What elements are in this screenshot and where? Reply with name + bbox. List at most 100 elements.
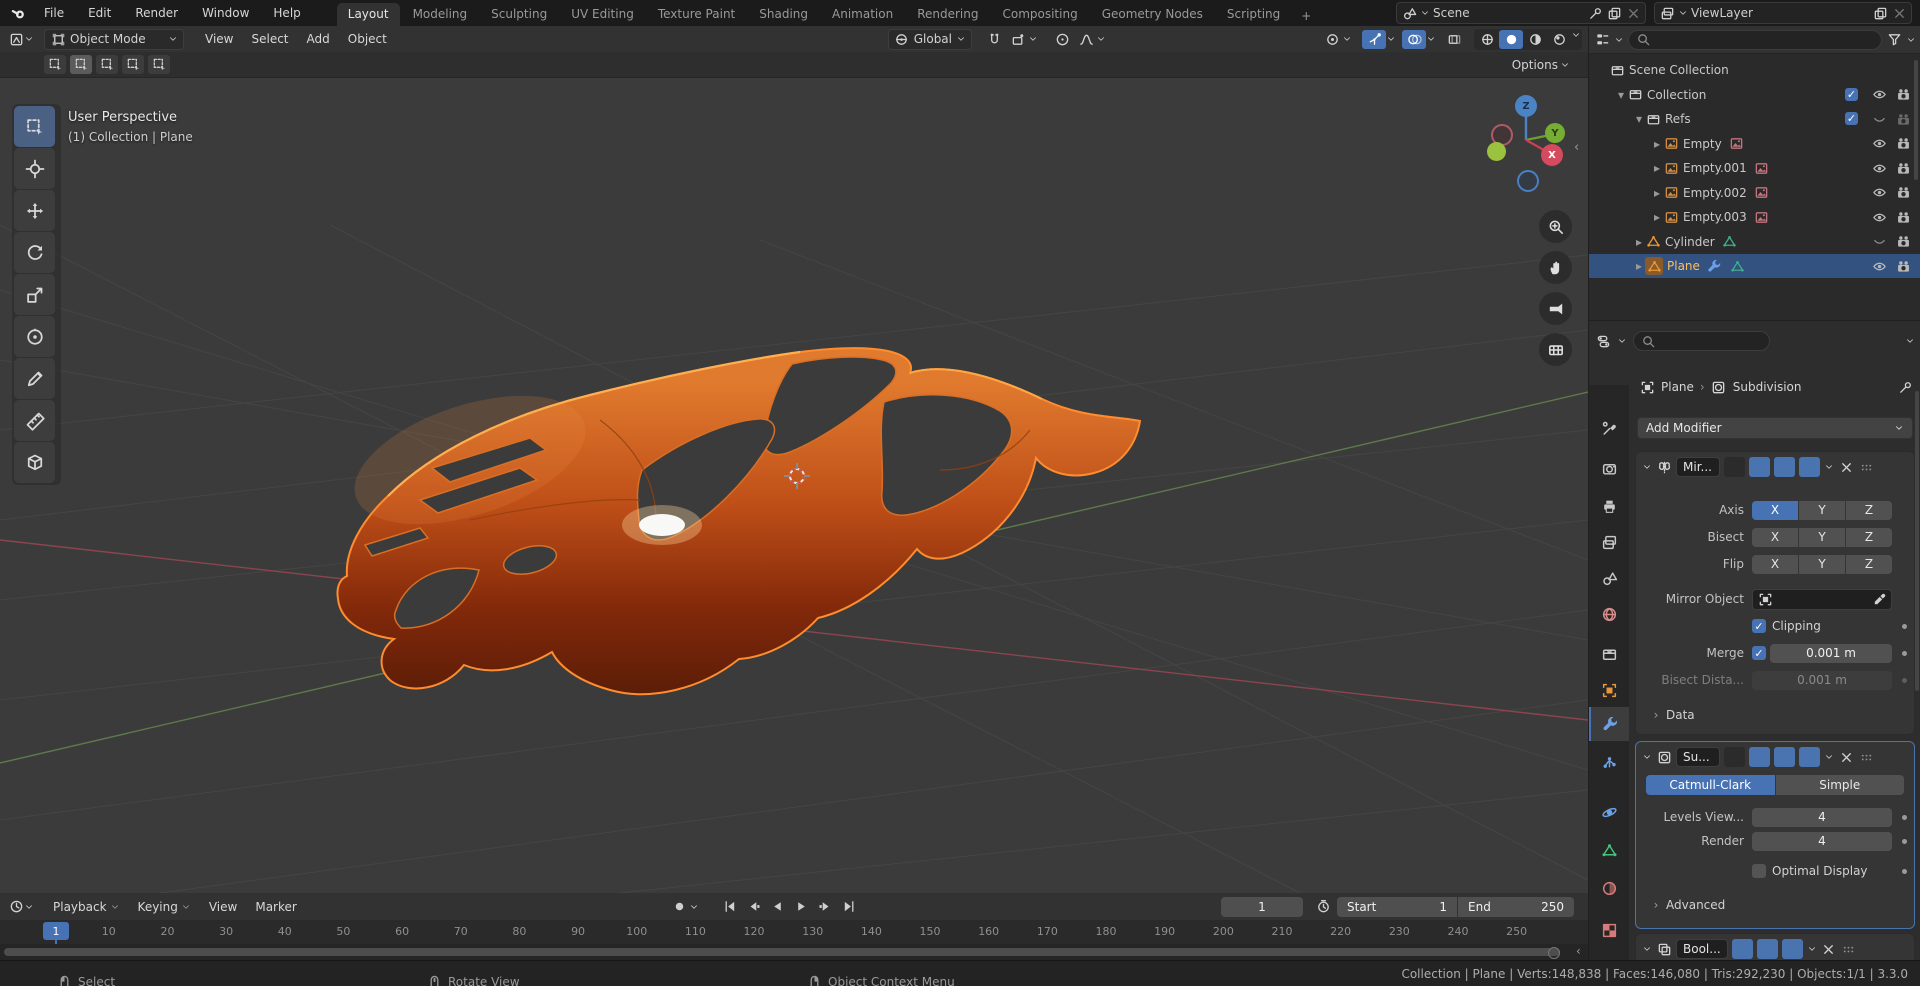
- tweak-button[interactable]: [44, 55, 66, 74]
- breadcrumb-object[interactable]: Plane: [1661, 380, 1694, 394]
- workspace-tab-texture-paint[interactable]: Texture Paint: [647, 3, 746, 26]
- bisect-y-button[interactable]: Y: [1799, 528, 1845, 547]
- car-model[interactable]: [337, 348, 1140, 694]
- optimal-display-checkbox[interactable]: ✓: [1752, 864, 1766, 878]
- menu-help[interactable]: Help: [263, 3, 310, 23]
- add-modifier-button[interactable]: Add Modifier: [1637, 417, 1913, 439]
- outliner-row-empty[interactable]: ▸ Empty: [1589, 132, 1920, 156]
- outliner-row-collection[interactable]: ▾Collection✓: [1589, 83, 1920, 107]
- gizmo-toggle[interactable]: [1362, 30, 1386, 49]
- bisect-x-button[interactable]: X: [1752, 528, 1798, 547]
- outliner-row-empty-001[interactable]: ▸Empty.001: [1589, 156, 1920, 180]
- outliner-item-label[interactable]: Empty.003: [1683, 210, 1747, 224]
- camera-visibility-icon[interactable]: [1895, 111, 1911, 127]
- outliner-item-label[interactable]: Refs: [1665, 112, 1691, 126]
- workspace-tab-shading[interactable]: Shading: [748, 3, 819, 26]
- outliner-row-plane[interactable]: ▸Plane: [1589, 254, 1920, 278]
- duplicate-icon[interactable]: [1872, 5, 1888, 21]
- jump-start-button[interactable]: [717, 897, 741, 917]
- collection-checkbox[interactable]: ✓: [1845, 112, 1858, 125]
- navigation-gizmo[interactable]: Z Y X: [1478, 94, 1574, 190]
- tool-add-cube-button[interactable]: [14, 442, 55, 483]
- bisect-z-button[interactable]: Z: [1846, 528, 1892, 547]
- properties-search-input[interactable]: [1633, 331, 1770, 351]
- menu-window[interactable]: Window: [192, 3, 259, 23]
- outliner-item-label[interactable]: Empty.002: [1683, 186, 1747, 200]
- catmull-clark-button[interactable]: Catmull-Clark: [1646, 775, 1775, 795]
- drag-handle-icon[interactable]: [1858, 749, 1874, 765]
- modifier-name-field[interactable]: Mir...: [1676, 457, 1720, 477]
- workspace-tab-uv-editing[interactable]: UV Editing: [560, 3, 645, 26]
- animate-dot-icon[interactable]: [1902, 651, 1907, 656]
- workspace-tab-scripting[interactable]: Scripting: [1216, 3, 1291, 26]
- tool-move-button[interactable]: [14, 190, 55, 231]
- outliner-display-mode-icon[interactable]: [1594, 32, 1610, 48]
- camera-visibility-icon[interactable]: [1895, 258, 1911, 274]
- toggle-oncage-icon[interactable]: [1749, 457, 1770, 477]
- expand-icon[interactable]: [1642, 752, 1652, 762]
- workspace-tab-geometry-nodes[interactable]: Geometry Nodes: [1091, 3, 1214, 26]
- modifier-name-field[interactable]: Bool...: [1676, 939, 1728, 959]
- camera-visibility-icon[interactable]: [1895, 136, 1911, 152]
- properties-tab-collection[interactable]: [1589, 637, 1629, 671]
- add-workspace-button[interactable]: +: [1293, 6, 1319, 26]
- workspace-tab-rendering[interactable]: Rendering: [906, 3, 989, 26]
- eye-open-icon[interactable]: [1871, 209, 1887, 225]
- extras-dropdown-icon[interactable]: [1807, 944, 1817, 954]
- gizmo-z-axis[interactable]: Z: [1515, 95, 1537, 117]
- image-pink-icon[interactable]: [1754, 160, 1770, 176]
- filter-funnel-icon[interactable]: [1886, 32, 1902, 48]
- disclosure-right-icon[interactable]: ▸: [1633, 259, 1645, 273]
- toggle-editmode-icon[interactable]: [1724, 747, 1745, 767]
- disclosure-down-icon[interactable]: ▾: [1633, 112, 1645, 126]
- merge-checkbox[interactable]: ✓: [1752, 646, 1766, 660]
- toggle-realtime-icon[interactable]: [1774, 457, 1795, 477]
- menu-render[interactable]: Render: [125, 3, 188, 23]
- data-subpanel[interactable]: › Data: [1636, 704, 1914, 726]
- eye-open-icon[interactable]: [1871, 185, 1887, 201]
- simple-button[interactable]: Simple: [1776, 775, 1905, 795]
- viewport-menu-view[interactable]: View: [196, 29, 242, 49]
- disclosure-right-icon[interactable]: ▸: [1651, 137, 1663, 151]
- close-icon[interactable]: [1625, 5, 1641, 21]
- levels-viewport-field[interactable]: 4: [1752, 808, 1892, 827]
- outliner-item-label[interactable]: Scene Collection: [1629, 63, 1729, 77]
- scene-selector[interactable]: Scene: [1396, 2, 1646, 24]
- outliner-row-empty-002[interactable]: ▸Empty.002: [1589, 181, 1920, 205]
- image-pink-icon[interactable]: [1754, 185, 1770, 201]
- viewlayer-name[interactable]: ViewLayer: [1691, 6, 1869, 20]
- xray-toggle[interactable]: [1442, 30, 1466, 49]
- clipping-checkbox[interactable]: ✓: [1752, 619, 1766, 633]
- outliner-item-label[interactable]: Collection: [1647, 88, 1706, 102]
- expand-icon[interactable]: [1642, 462, 1652, 472]
- expand-icon[interactable]: [1642, 944, 1652, 954]
- properties-tab-view-layer[interactable]: [1589, 525, 1629, 559]
- axis-y-button[interactable]: Y: [1799, 501, 1845, 520]
- timeline-ruler[interactable]: 1102030405060708090100110120130140150160…: [0, 920, 1588, 945]
- transform-orientation-dropdown[interactable]: Global: [888, 29, 972, 50]
- image-pink-icon[interactable]: [1729, 136, 1745, 152]
- properties-tab-object[interactable]: [1589, 673, 1629, 707]
- image-pink-icon[interactable]: [1754, 209, 1770, 225]
- scrollbar-end-handle[interactable]: [1548, 947, 1560, 959]
- jump-end-button[interactable]: [837, 897, 861, 917]
- camera-view-button[interactable]: [1539, 292, 1572, 325]
- outliner-row-cylinder[interactable]: ▸Cylinder: [1589, 230, 1920, 254]
- outliner-item-label[interactable]: Empty: [1683, 137, 1722, 151]
- outliner-item-label[interactable]: Empty.001: [1683, 161, 1747, 175]
- overlays-toggle[interactable]: [1402, 30, 1426, 49]
- properties-tab-scene[interactable]: [1589, 561, 1629, 595]
- modifier-name-field[interactable]: Su...: [1676, 747, 1720, 767]
- axis-x-button[interactable]: X: [1752, 501, 1798, 520]
- pin-icon[interactable]: [1897, 379, 1913, 395]
- next-key-button[interactable]: [813, 897, 837, 917]
- current-frame-indicator[interactable]: 1: [43, 922, 69, 940]
- shading-material-button[interactable]: [1523, 30, 1547, 49]
- gizmo-y-axis[interactable]: Y: [1545, 123, 1565, 143]
- flip-z-button[interactable]: Z: [1846, 555, 1892, 574]
- toggle-render-icon[interactable]: [1782, 939, 1803, 959]
- advanced-subpanel[interactable]: › Advanced: [1636, 894, 1914, 916]
- duplicate-icon[interactable]: [1606, 5, 1622, 21]
- start-frame-field[interactable]: Start 1: [1337, 897, 1457, 917]
- zoom-button[interactable]: [1539, 210, 1572, 243]
